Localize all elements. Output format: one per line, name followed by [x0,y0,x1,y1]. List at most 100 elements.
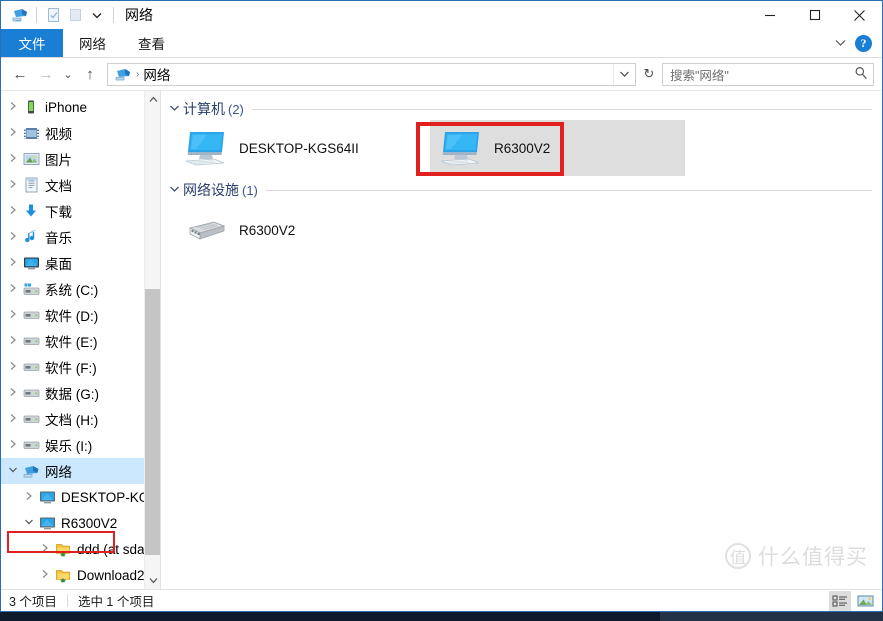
chevron-right-icon[interactable] [5,179,21,191]
properties-icon[interactable] [42,4,64,26]
list-item-r6300v2-computer[interactable]: R6300V2 [430,120,685,176]
watermark: 值 什么值得买 [725,541,868,571]
title-bar: 网络 [1,1,882,29]
file-list-pane[interactable]: 计算机 (2) DESKTOP-KGS64II R6300V2 网络设施 (1)… [161,91,882,589]
navigation-pane[interactable]: iPhone 视频 图片 文档下载音乐桌面 系统 (C:) 软件 (D:) 软件 (E:) 软… [1,91,161,589]
tab-file[interactable]: 文件 [1,29,63,57]
chevron-right-icon[interactable] [37,569,53,581]
back-button[interactable]: ← [7,61,33,87]
chevron-right-icon[interactable] [21,491,37,503]
chevron-right-icon[interactable] [5,101,21,113]
maximize-button[interactable] [792,1,837,29]
drive-icon [21,358,41,376]
chevron-down-icon[interactable] [169,185,180,196]
scrollbar-thumb[interactable] [145,289,160,555]
watermark-logo: 值 [725,543,751,569]
search-input[interactable]: 搜索"网络" [670,65,729,84]
drive-icon [21,332,41,350]
close-button[interactable] [837,1,882,29]
sidebar-item-i[interactable]: 娱乐 (I:) [1,432,160,458]
chevron-down-icon[interactable] [169,104,180,115]
up-button[interactable]: ↑ [77,61,103,87]
group-header-computers[interactable]: 计算机 (2) [161,98,882,120]
chevron-right-icon[interactable] [5,283,21,295]
sidebar-item-c[interactable]: 系统 (C:) [1,276,160,302]
chevron-right-icon[interactable] [5,153,21,165]
sidebar-item-label: 下载 [45,205,72,220]
desktop-icon [21,254,41,272]
drive-icon [21,410,41,428]
sidebar-item-[interactable]: 网络 [1,458,160,484]
network-folder-icon[interactable] [9,4,31,26]
group-header-network-infrastructure[interactable]: 网络设施 (1) [161,179,882,201]
group-divider [265,189,872,191]
list-item-r6300v2-router[interactable]: R6300V2 [175,207,430,253]
computer-icon [37,514,57,532]
sidebar-item-d[interactable]: 软件 (D:) [1,302,160,328]
chevron-down-icon[interactable] [5,466,21,476]
chevron-down-icon[interactable] [834,38,847,50]
tab-network[interactable]: 网络 [63,29,122,57]
windrive-icon [21,280,41,298]
recent-locations-button[interactable]: ⌄ [59,61,77,87]
sidebar-item-desktop-kgs[interactable]: DESKTOP-KGS [1,484,160,510]
sidebar-item-label: R6300V2 [61,515,118,531]
share-icon [53,540,73,558]
navigation-scrollbar[interactable] [144,91,160,589]
scroll-down-button[interactable] [145,572,160,589]
sidebar-item-f[interactable]: 软件 (F:) [1,354,160,380]
sidebar-item-iphone[interactable]: iPhone [1,94,160,120]
computer-tiles-row: DESKTOP-KGS64II R6300V2 [161,120,882,176]
chevron-right-icon[interactable] [5,335,21,347]
sidebar-item-[interactable]: 下载 [1,198,160,224]
chevron-right-icon[interactable] [5,309,21,321]
chevron-right-icon[interactable] [5,205,21,217]
chevron-right-icon[interactable] [5,439,21,451]
watermark-text: 什么值得买 [758,546,868,569]
qat-divider-1 [36,7,37,23]
chevron-right-icon[interactable] [5,413,21,425]
sidebar-item-label: 音乐 [45,231,72,246]
chevron-right-icon[interactable] [5,387,21,399]
sidebar-item-h[interactable]: 文档 (H:) [1,406,160,432]
sidebar-item-g[interactable]: 数据 (G:) [1,380,160,406]
customize-dropdown-icon[interactable] [86,4,108,26]
address-bar[interactable]: › 网络 [107,62,636,86]
sidebar-item-r6300v2[interactable]: R6300V2 [1,510,160,536]
help-icon[interactable]: ? [855,35,872,52]
chevron-right-icon[interactable] [5,127,21,139]
forward-button[interactable]: → [33,61,59,87]
refresh-button[interactable]: ↻ [638,63,660,86]
sidebar-item-[interactable]: 图片 [1,146,160,172]
new-folder-icon[interactable] [64,4,86,26]
document-icon [21,176,41,194]
breadcrumb-network[interactable]: 网络 [143,64,170,84]
ribbon-tab-strip: 文件 网络 查看 ? [1,29,882,58]
address-dropdown-icon[interactable] [613,63,635,85]
list-item-desktop[interactable]: DESKTOP-KGS64II [175,120,430,176]
sidebar-item-download2-a[interactable]: Download2 (a [1,562,160,588]
computer-monitor-icon [438,125,484,171]
sidebar-item-e[interactable]: 软件 (E:) [1,328,160,354]
sidebar-item-label: 网络 [45,465,72,480]
search-box[interactable]: 搜索"网络" [662,62,874,86]
chevron-down-icon[interactable] [21,518,37,528]
sidebar-item-[interactable]: 桌面 [1,250,160,276]
chevron-right-icon[interactable] [5,231,21,243]
large-icons-view-icon[interactable] [854,591,876,611]
minimize-button[interactable] [747,1,792,29]
sidebar-item-[interactable]: 视频 [1,120,160,146]
scroll-up-button[interactable] [145,91,160,108]
chevron-right-icon[interactable] [5,361,21,373]
window-controls [747,1,882,29]
sidebar-item-ddd-at-sda5[interactable]: ddd (at sda5) [1,536,160,562]
drive-icon [21,306,41,324]
sidebar-item-[interactable]: 文档 [1,172,160,198]
sidebar-item-[interactable]: 音乐 [1,224,160,250]
chevron-right-icon[interactable] [37,543,53,555]
chevron-right-icon[interactable] [5,257,21,269]
phone-icon [21,98,41,116]
search-icon[interactable] [854,66,868,83]
tab-view[interactable]: 查看 [122,29,181,57]
details-view-icon[interactable] [829,591,851,611]
